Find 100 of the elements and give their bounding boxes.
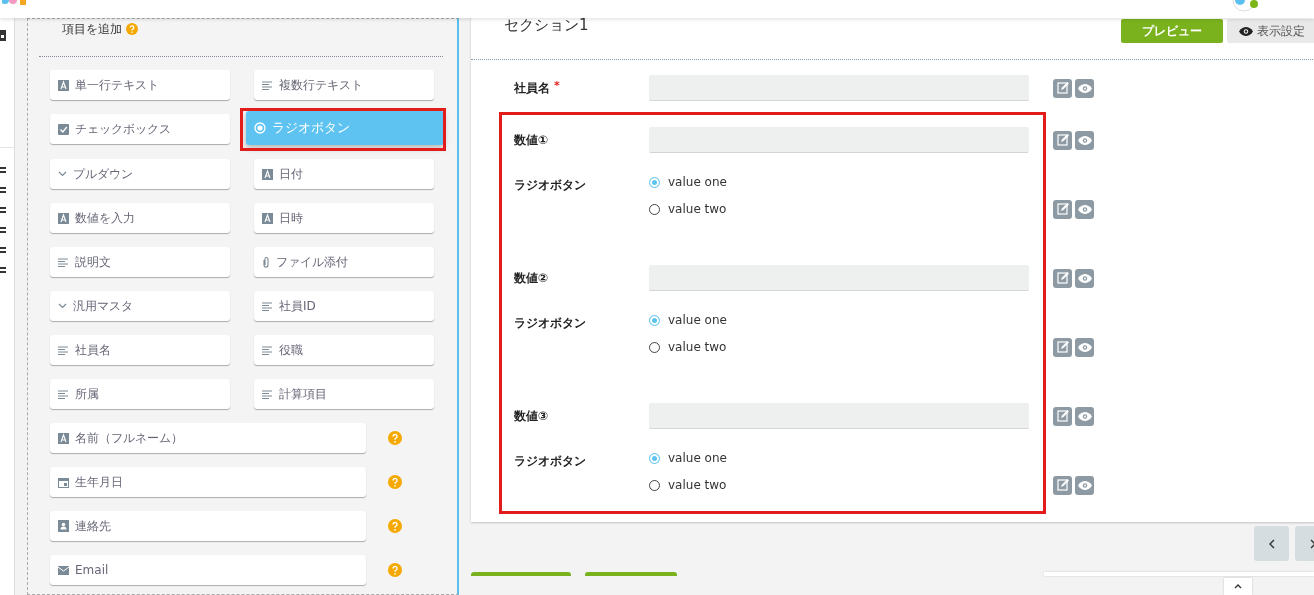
text-field-icon bbox=[58, 432, 69, 444]
edit-icon bbox=[1056, 203, 1069, 215]
help-icon[interactable] bbox=[388, 431, 402, 445]
lines-icon bbox=[262, 301, 273, 311]
field-type-item[interactable]: 社員ID bbox=[254, 291, 434, 321]
input-field[interactable] bbox=[649, 75, 1029, 101]
edit-icon bbox=[1056, 82, 1069, 94]
input-field[interactable] bbox=[649, 403, 1029, 429]
sidebar-icon[interactable] bbox=[0, 166, 7, 176]
sidebar-icon[interactable] bbox=[0, 186, 7, 196]
option-label[interactable]: value one bbox=[668, 175, 727, 189]
option-label[interactable]: value one bbox=[668, 313, 727, 327]
field-label: ラジオボタン bbox=[514, 315, 586, 332]
eye-icon bbox=[1077, 342, 1092, 352]
field-type-item[interactable]: 社員名 bbox=[50, 335, 230, 365]
field-type-item[interactable]: 数値を入力 bbox=[50, 203, 230, 233]
text-field-icon bbox=[262, 168, 273, 180]
logo-icon bbox=[2, 0, 28, 6]
chevron-left-icon bbox=[1268, 538, 1275, 549]
input-field[interactable] bbox=[649, 127, 1029, 153]
field-type-item[interactable]: 生年月日 bbox=[50, 467, 366, 497]
field-type-item[interactable]: Email bbox=[50, 555, 366, 585]
paperclip-icon bbox=[262, 256, 270, 268]
edit-button[interactable] bbox=[1053, 130, 1072, 150]
previous-page-button[interactable] bbox=[1254, 526, 1289, 561]
field-type-item[interactable]: 連絡先 bbox=[50, 511, 366, 541]
help-icon[interactable] bbox=[388, 519, 402, 533]
eye-icon bbox=[1077, 83, 1092, 93]
scroll-top-button[interactable] bbox=[1224, 578, 1252, 595]
sidebar-icon[interactable] bbox=[0, 30, 7, 42]
edit-button[interactable] bbox=[1053, 475, 1072, 495]
eye-icon bbox=[1239, 26, 1253, 36]
edit-icon bbox=[1056, 134, 1069, 146]
caret-up-icon bbox=[1234, 584, 1242, 589]
help-icon[interactable] bbox=[388, 475, 402, 489]
visibility-button[interactable] bbox=[1075, 130, 1094, 150]
field-type-item[interactable]: 複数行テキスト bbox=[254, 70, 434, 100]
lines-icon bbox=[262, 345, 273, 355]
visibility-button[interactable] bbox=[1075, 199, 1094, 219]
checkbox-icon bbox=[58, 123, 69, 135]
sidebar-icon[interactable] bbox=[0, 206, 7, 216]
sidebar-icon[interactable] bbox=[0, 246, 7, 256]
visibility-button[interactable] bbox=[1075, 406, 1094, 426]
option-label[interactable]: value two bbox=[668, 478, 727, 492]
visibility-button[interactable] bbox=[1075, 78, 1094, 98]
field-type-item[interactable]: 名前（フルネーム） bbox=[50, 423, 366, 453]
field-label: 数値② bbox=[514, 269, 549, 287]
edit-button[interactable] bbox=[1053, 199, 1072, 219]
radio-button[interactable] bbox=[649, 341, 660, 353]
chevron-right-icon bbox=[1309, 538, 1314, 549]
radio-button[interactable] bbox=[649, 203, 660, 215]
lines-icon bbox=[58, 257, 69, 267]
eye-icon bbox=[1077, 204, 1092, 214]
edit-icon bbox=[1056, 341, 1069, 353]
eye-icon bbox=[1077, 135, 1092, 145]
required-mark: * bbox=[554, 79, 560, 94]
lines-icon bbox=[262, 80, 273, 90]
chevron-down-icon bbox=[58, 171, 67, 177]
sidebar-icon[interactable] bbox=[0, 226, 7, 236]
field-type-item[interactable]: 所属 bbox=[50, 379, 230, 409]
edit-button[interactable] bbox=[1053, 78, 1072, 98]
lines-icon bbox=[58, 345, 69, 355]
option-label[interactable]: value two bbox=[668, 202, 727, 216]
eye-icon bbox=[1077, 480, 1092, 490]
option-label[interactable]: value one bbox=[668, 451, 727, 465]
field-type-item[interactable]: チェックボックス bbox=[50, 114, 230, 144]
field-type-item[interactable]: 日時 bbox=[254, 203, 434, 233]
eye-icon bbox=[1077, 411, 1092, 421]
field-label: 数値① bbox=[514, 131, 549, 149]
field-type-item[interactable]: 計算項目 bbox=[254, 379, 434, 409]
sidebar-icon[interactable] bbox=[0, 266, 7, 276]
help-icon[interactable] bbox=[126, 23, 138, 35]
field-type-item[interactable]: プルダウン bbox=[50, 159, 230, 189]
radio-button[interactable] bbox=[649, 452, 660, 464]
field-type-item[interactable]: 単一行テキスト bbox=[50, 70, 230, 100]
text-field-icon bbox=[58, 79, 69, 91]
visibility-button[interactable] bbox=[1075, 475, 1094, 495]
radio-button[interactable] bbox=[649, 176, 660, 188]
radio-button[interactable] bbox=[649, 314, 660, 326]
field-type-item[interactable]: ファイル添付 bbox=[254, 247, 434, 277]
field-type-item[interactable]: 役職 bbox=[254, 335, 434, 365]
display-settings-button[interactable]: 表示設定 bbox=[1227, 19, 1314, 43]
radio-icon bbox=[254, 122, 266, 134]
calendar-icon bbox=[58, 476, 69, 488]
option-label[interactable]: value two bbox=[668, 340, 727, 354]
edit-button[interactable] bbox=[1053, 268, 1072, 288]
edit-button[interactable] bbox=[1053, 337, 1072, 357]
field-type-item[interactable]: 汎用マスタ bbox=[50, 291, 230, 321]
edit-button[interactable] bbox=[1053, 406, 1072, 426]
visibility-button[interactable] bbox=[1075, 337, 1094, 357]
edit-icon bbox=[1056, 479, 1069, 491]
help-icon[interactable] bbox=[388, 563, 402, 577]
radio-button[interactable] bbox=[649, 479, 660, 491]
chevron-down-icon bbox=[58, 303, 67, 309]
visibility-button[interactable] bbox=[1075, 268, 1094, 288]
input-field[interactable] bbox=[649, 265, 1029, 291]
field-type-item[interactable]: 説明文 bbox=[50, 247, 230, 277]
edit-icon bbox=[1056, 410, 1069, 422]
field-type-item[interactable]: 日付 bbox=[254, 159, 434, 189]
field-label: ラジオボタン bbox=[514, 453, 586, 470]
